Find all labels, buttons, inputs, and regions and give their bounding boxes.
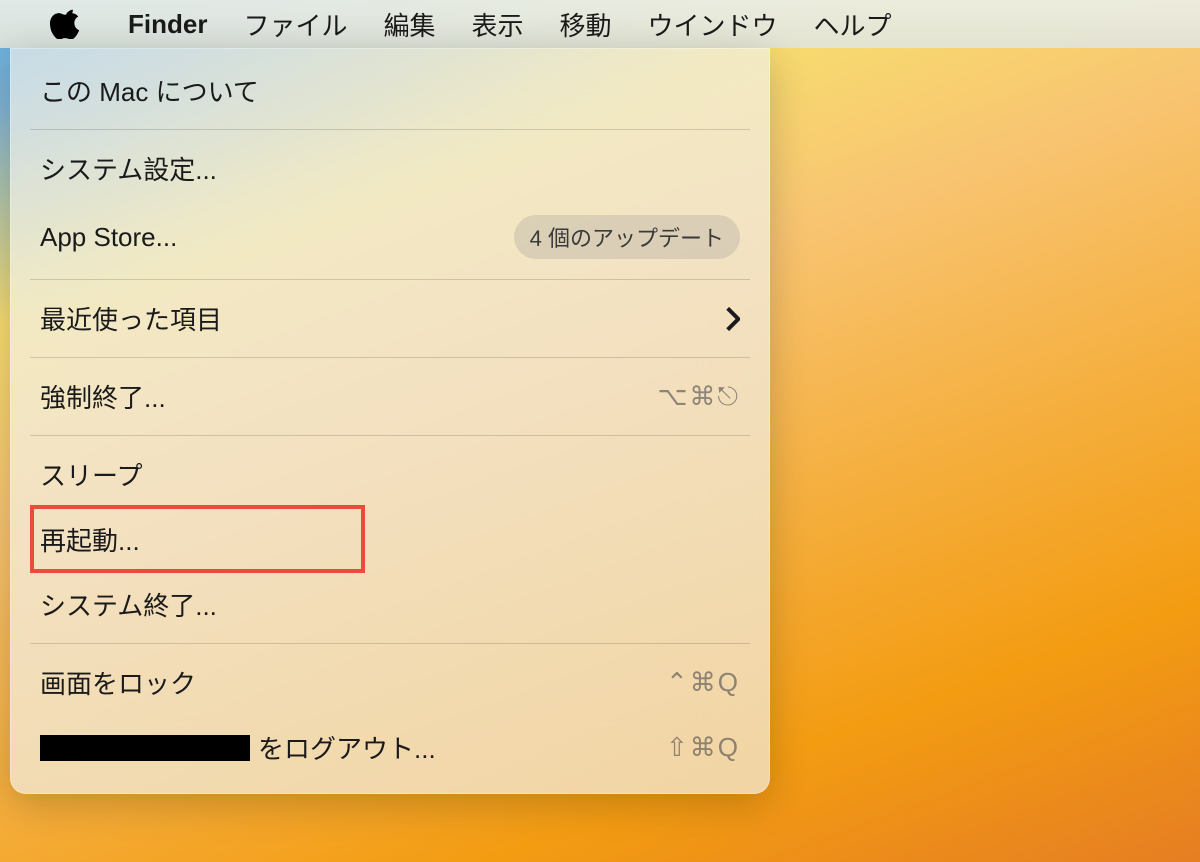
update-count-badge: 4 個のアップデート <box>514 215 740 259</box>
menu-item-logout[interactable]: をログアウト... ⇧⌘Q <box>10 715 770 780</box>
menu-label: この Mac について <box>40 72 259 109</box>
menu-label: 強制終了... <box>40 378 166 415</box>
menubar-item-help[interactable]: ヘルプ <box>796 6 910 43</box>
menu-label: 再起動... <box>40 521 140 558</box>
menu-separator <box>30 279 750 280</box>
menubar-item-go[interactable]: 移動 <box>542 6 630 43</box>
keyboard-shortcut: ⌥⌘⎋ <box>657 381 740 413</box>
menu-separator <box>30 643 750 644</box>
menu-label: 最近使った項目 <box>40 300 222 337</box>
menu-item-about-mac[interactable]: この Mac について <box>10 58 770 123</box>
menu-label: システム設定... <box>40 150 217 187</box>
menubar: Finder ファイル 編集 表示 移動 ウインドウ ヘルプ <box>0 0 1200 48</box>
keyboard-shortcut: ⇧⌘Q <box>666 732 740 763</box>
menu-label: スリープ <box>40 456 142 493</box>
menu-item-sleep[interactable]: スリープ <box>10 442 770 507</box>
menu-item-system-settings[interactable]: システム設定... <box>10 136 770 201</box>
menubar-item-file[interactable]: ファイル <box>225 6 365 43</box>
menubar-item-window[interactable]: ウインドウ <box>630 6 796 43</box>
menu-separator <box>30 435 750 436</box>
apple-menu-dropdown: この Mac について システム設定... App Store... 4 個のア… <box>10 48 770 794</box>
menu-label: をログアウト... <box>40 729 436 766</box>
menu-item-force-quit[interactable]: 強制終了... ⌥⌘⎋ <box>10 364 770 429</box>
menu-label: App Store... <box>40 222 177 253</box>
keyboard-shortcut: ⌃⌘Q <box>666 667 740 698</box>
menu-item-lock-screen[interactable]: 画面をロック ⌃⌘Q <box>10 650 770 715</box>
menu-label: システム終了... <box>40 586 217 623</box>
menu-item-restart[interactable]: 再起動... <box>10 507 770 572</box>
menu-label: 画面をロック <box>40 664 196 701</box>
redacted-username <box>40 735 250 761</box>
chevron-right-icon <box>726 307 740 331</box>
menubar-item-view[interactable]: 表示 <box>453 6 541 43</box>
menu-item-shutdown[interactable]: システム終了... <box>10 572 770 637</box>
menubar-item-edit[interactable]: 編集 <box>365 6 453 43</box>
menubar-app-name[interactable]: Finder <box>110 9 225 40</box>
menu-item-recent-items[interactable]: 最近使った項目 <box>10 286 770 351</box>
menu-separator <box>30 357 750 358</box>
apple-logo-icon[interactable] <box>50 9 80 39</box>
menu-item-app-store[interactable]: App Store... 4 個のアップデート <box>10 201 770 273</box>
logout-suffix: をログアウト... <box>258 729 436 766</box>
menu-separator <box>30 129 750 130</box>
